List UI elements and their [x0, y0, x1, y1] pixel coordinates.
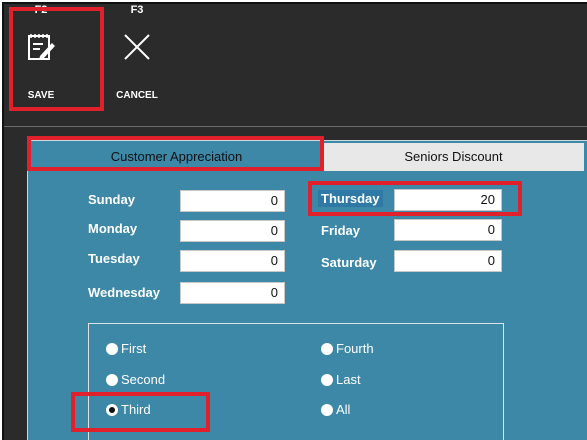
friday-field[interactable]: 0 — [394, 219, 502, 241]
tab-customer-appreciation[interactable]: Customer Appreciation — [32, 143, 321, 171]
cancel-shortcut-key: F3 — [130, 4, 144, 16]
radio-first[interactable]: First — [106, 341, 146, 356]
radio-all[interactable]: All — [321, 402, 350, 417]
divider — [4, 126, 587, 127]
radio-fourth[interactable]: Fourth — [321, 341, 374, 356]
tab-seniors-discount[interactable]: Seniors Discount — [322, 143, 584, 171]
radio-fourth-label: Fourth — [336, 341, 374, 356]
radio-third-label: Third — [121, 402, 151, 417]
radio-second[interactable]: Second — [106, 372, 165, 387]
radio-button[interactable] — [106, 343, 118, 355]
radio-button[interactable] — [106, 374, 118, 386]
radio-second-label: Second — [121, 372, 166, 387]
radio-third[interactable]: Third — [106, 402, 151, 417]
cancel-button[interactable]: F3 CANCEL — [110, 0, 164, 116]
radio-button-selected[interactable] — [106, 404, 118, 416]
sunday-field[interactable]: 0 — [180, 190, 285, 212]
radio-button[interactable] — [321, 374, 333, 386]
thursday-label: Thursday — [318, 190, 383, 207]
saturday-label: Saturday — [321, 255, 377, 270]
toolbar — [4, 4, 587, 120]
sunday-label: Sunday — [88, 192, 135, 207]
thursday-field[interactable]: 20 — [394, 189, 502, 211]
notepad-edit-icon — [28, 34, 55, 60]
monday-label: Monday — [88, 221, 138, 236]
cancel-label: CANCEL — [116, 90, 158, 101]
radio-last[interactable]: Last — [321, 372, 361, 387]
save-button[interactable]: F2 SAVE — [14, 0, 68, 116]
radio-button[interactable] — [321, 343, 333, 355]
radio-all-label: All — [336, 402, 351, 417]
save-label: SAVE — [27, 90, 55, 101]
tuesday-label: Tuesday — [88, 251, 140, 266]
friday-label: Friday — [321, 223, 361, 238]
x-icon — [124, 34, 150, 60]
saturday-field[interactable]: 0 — [394, 250, 502, 272]
tuesday-field[interactable]: 0 — [180, 250, 285, 272]
radio-last-label: Last — [336, 372, 361, 387]
wednesday-field[interactable]: 0 — [180, 282, 285, 304]
monday-field[interactable]: 0 — [180, 220, 285, 242]
save-shortcut-key: F2 — [34, 4, 48, 16]
wednesday-label: Wednesday — [88, 285, 161, 300]
radio-first-label: First — [121, 341, 147, 356]
radio-button[interactable] — [321, 404, 333, 416]
